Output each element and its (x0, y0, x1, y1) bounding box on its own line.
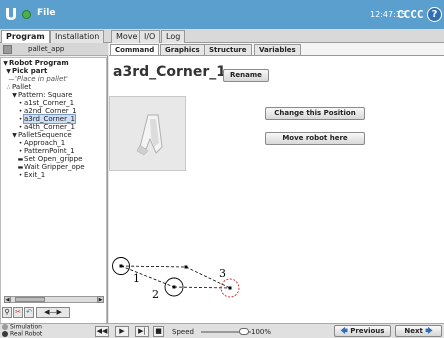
stop-icon[interactable]: ■ (153, 326, 164, 337)
speed-label: Speed (172, 328, 194, 336)
mode-selector[interactable]: Simulation Real Robot (2, 324, 42, 337)
radio-icon (2, 330, 8, 337)
tree-node-waypoint[interactable]: • Approach_1 (17, 139, 66, 147)
tree-node-label: Set Open_grippe (24, 155, 83, 163)
tab-log[interactable]: Log (161, 30, 186, 43)
undo-icon[interactable]: ↶ (24, 307, 34, 318)
command-panel: Command Graphics Structure Variables a3r… (109, 43, 444, 323)
next-button[interactable]: Next 🡆 (395, 325, 442, 337)
rename-button[interactable]: Rename (223, 69, 269, 82)
tree-node-set[interactable]: ▬Set Open_grippe (17, 155, 83, 163)
bottom-bar: Simulation Real Robot ◀◀ ▶ ▶| ■ Speed 10… (0, 323, 444, 338)
pallet-corner-diagram: 1 2 3 (112, 257, 240, 301)
tree-node-label: Wait Gripper_ope (24, 163, 85, 171)
corner-label-1: 1 (133, 272, 140, 285)
speed-value: 100% (251, 328, 272, 336)
tree-node-label: Exit_1 (24, 171, 46, 179)
tree-node-label: Pick part (12, 67, 48, 75)
title-bar: File 12:47:15 CCCC ? (0, 0, 444, 29)
tab-move[interactable]: Move (111, 30, 143, 43)
tree-horizontal-scrollbar[interactable]: ◀ ▶ (4, 296, 104, 303)
corner-label-2: 2 (152, 288, 159, 301)
tree-node-comment[interactable]: —'Place in pallet' (8, 75, 68, 83)
waypoint-name: a3rd_Corner_1 (113, 64, 227, 80)
corner-label-3: 3 (219, 267, 226, 280)
step-icon[interactable]: ▶| (135, 326, 149, 337)
tree-node-pallet[interactable]: ∴ Pallet (5, 83, 32, 91)
mode-real-robot[interactable]: Real Robot (2, 330, 43, 338)
move-robot-here-button[interactable]: Move robot here (265, 132, 365, 145)
app-icon (3, 45, 12, 54)
tree-node-waypoint[interactable]: • a4th_Corner_1 (17, 123, 75, 131)
move-left-right-icon[interactable]: ◀—▶ (36, 307, 70, 318)
tree-node-label: 'Place in pallet' (15, 75, 68, 83)
scroll-left-icon[interactable]: ◀ (4, 296, 11, 303)
tree-node-label: PatternPoint_1 (24, 147, 75, 155)
tab-command[interactable]: Command (110, 44, 160, 55)
next-label: Next (404, 327, 423, 335)
tree-node-waypoint[interactable]: • PatternPoint_1 (17, 147, 75, 155)
radio-icon (2, 324, 8, 330)
tree-node-label: PalletSequence (18, 131, 72, 139)
arrow-right-icon: 🡆 (425, 327, 433, 335)
tree-node-waypoint[interactable]: • Exit_1 (17, 171, 46, 179)
tab-graphics[interactable]: Graphics (160, 44, 205, 55)
main-tab-bar: Program Installation Move I/O Log (0, 29, 444, 43)
cut-icon[interactable]: ✂ (13, 307, 23, 318)
tree-node-waypoint[interactable]: • a1st_Corner_1 (17, 99, 74, 107)
tree-node-pattern[interactable]: ▼Pattern: Square (11, 91, 72, 99)
tab-installation[interactable]: Installation (50, 30, 105, 43)
tree-node-label: a2nd_Corner_1 (24, 107, 77, 115)
tree-node-label: Approach_1 (24, 139, 66, 147)
command-content: a3rd_Corner_1 Rename Change this Positio… (109, 55, 444, 323)
tree-node-label: a1st_Corner_1 (24, 99, 75, 107)
help-icon[interactable]: ? (427, 7, 442, 22)
robot-arm-icon (136, 114, 163, 156)
waypoint-icon: • (18, 172, 23, 179)
play-icon[interactable]: ▶ (115, 326, 129, 337)
robot-status-icon (22, 10, 31, 19)
tree-node-label: Pattern: Square (18, 91, 73, 99)
search-icon[interactable]: ⚲ (2, 307, 12, 318)
tree-node-label: a4th_Corner_1 (24, 123, 75, 131)
tree-node-pick-part[interactable]: ▼Pick part (5, 67, 47, 75)
arrow-left-icon: 🡄 (340, 327, 348, 335)
mode-label: Real Robot (10, 330, 43, 337)
speed-slider-knob[interactable] (239, 328, 249, 335)
tree-node-label: Robot Program (9, 59, 69, 67)
robot-name: CCCC (397, 8, 424, 21)
rewind-icon[interactable]: ◀◀ (95, 326, 109, 337)
speed-slider[interactable] (201, 328, 251, 335)
scroll-thumb[interactable] (15, 297, 45, 302)
tab-io[interactable]: I/O (139, 30, 161, 43)
tab-variables[interactable]: Variables (254, 44, 301, 55)
ur-logo-icon (6, 8, 16, 20)
waypoint-preview (109, 96, 186, 171)
tree-node-wait[interactable]: ▬Wait Gripper_ope (17, 163, 85, 171)
tree-node-label: Pallet (12, 83, 32, 91)
program-tree: ▼Robot Program ▼Pick part —'Place in pal… (0, 57, 107, 335)
file-menu[interactable]: File (37, 8, 55, 18)
tree-toolbar: ⚲ ✂ ↶ ◀—▶ (2, 307, 106, 319)
tree-node-robot-program[interactable]: ▼Robot Program (2, 59, 69, 67)
scroll-right-icon[interactable]: ▶ (97, 296, 104, 303)
tree-node-label: a3rd_Corner_1 (23, 114, 76, 124)
app-bar: pallet_app (0, 43, 108, 56)
tree-node-waypoint[interactable]: • a2nd_Corner_1 (17, 107, 77, 115)
program-tree-panel: pallet_app ▼Robot Program ▼Pick part —'P… (0, 43, 108, 335)
tab-program[interactable]: Program (1, 30, 50, 43)
tab-structure[interactable]: Structure (204, 44, 252, 55)
previous-label: Previous (350, 327, 385, 335)
previous-button[interactable]: 🡄 Previous (334, 325, 391, 337)
tree-node-waypoint-selected[interactable]: • a3rd_Corner_1 (17, 114, 76, 124)
app-name: pallet_app (28, 45, 65, 53)
tree-node-sequence[interactable]: ▼PalletSequence (11, 131, 72, 139)
change-position-button[interactable]: Change this Position (265, 107, 365, 120)
